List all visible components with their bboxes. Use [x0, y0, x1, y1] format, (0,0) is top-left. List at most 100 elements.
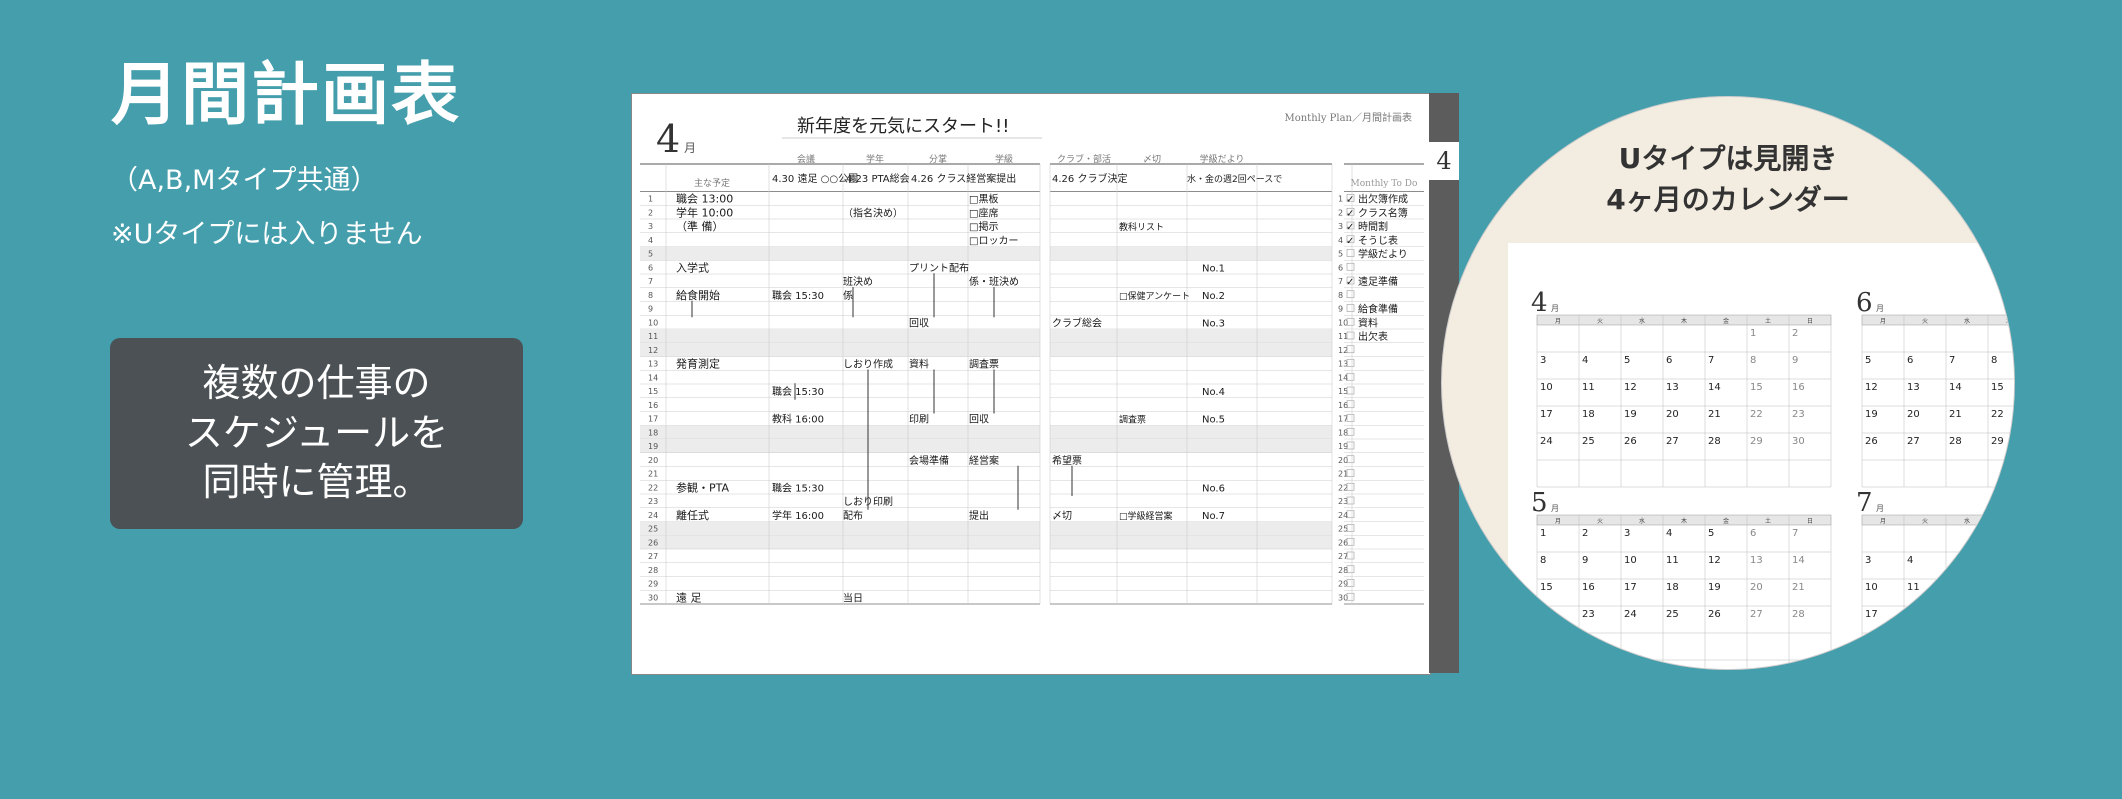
newsletter-entry: No.4 — [1202, 387, 1225, 398]
day-number: 28 — [1338, 566, 1348, 575]
todo-item: 出欠簿作成 — [1358, 193, 1408, 206]
column-header: 学級だより — [1200, 153, 1245, 165]
column-header: 学年 — [866, 153, 884, 165]
day-number: 24 — [1338, 511, 1348, 520]
calendar-day: 17 — [1540, 409, 1553, 420]
calendar-day: 29 — [1991, 436, 2004, 447]
weekday-label: 日 — [1807, 518, 1813, 525]
calendar-day: 30 — [1792, 436, 1805, 447]
calendar-month-unit: 月 — [1551, 504, 1559, 513]
calendar-day: 14 — [1708, 382, 1721, 393]
weekday-label: 金 — [1723, 317, 1729, 325]
calendar-day: 5 — [1865, 355, 1871, 366]
todo-item: 遠足準備 — [1358, 275, 1398, 288]
newsletter-entry: No.5 — [1202, 415, 1225, 426]
calendar-day: 28 — [1708, 436, 1721, 447]
calendar-day: 20 — [1666, 409, 1679, 420]
column-header: 会議 — [797, 153, 815, 165]
column-header: 〆切 — [1143, 154, 1161, 165]
grade-entry: 係 — [843, 290, 853, 302]
class-entry: 経営案 — [969, 454, 999, 467]
day-number: 5 — [1338, 250, 1343, 259]
header-note: 水・金の週2回ペースで — [1187, 173, 1282, 185]
weekday-label: 火 — [1922, 518, 1928, 525]
club-entry: クラブ総会 — [1052, 316, 1102, 329]
day-number: 9 — [648, 305, 653, 314]
month-number: 4 — [656, 117, 680, 161]
calendar-day: 24 — [1540, 436, 1553, 447]
class-entry: 調査票 — [969, 358, 999, 371]
calendar-day: 8 — [1750, 355, 1756, 366]
calendar-day: 15 — [1991, 382, 2004, 393]
main-schedule-entry: （準 備） — [676, 219, 724, 233]
division-entry: 回収 — [909, 317, 929, 329]
todo-item: 給食準備 — [1358, 303, 1398, 316]
calendar-day: 1 — [1540, 528, 1546, 539]
grade-entry: （指名決め） — [843, 206, 903, 219]
meeting-entry: 職会 15:30 — [772, 289, 824, 302]
calendar-day: 10 — [1540, 382, 1553, 393]
feature-callout: 複数の仕事の スケジュールを 同時に管理。 — [110, 338, 523, 529]
day-number: 17 — [648, 415, 658, 424]
callout-line: 同時に管理。 — [202, 460, 431, 505]
day-number: 26 — [1338, 538, 1348, 547]
weekend-row-bg — [640, 246, 1040, 261]
day-number: 28 — [648, 566, 658, 575]
main-schedule-entry: 職会 13:00 — [676, 193, 733, 206]
class-entry: 回収 — [969, 414, 989, 426]
calendar-day: 7 — [1708, 355, 1714, 366]
day-number: 26 — [648, 538, 658, 547]
division-entry: 会場準備 — [909, 454, 949, 467]
day-number: 23 — [648, 497, 658, 506]
day-number: 14 — [1338, 373, 1348, 382]
calendar-day: 9 — [1582, 555, 1588, 566]
calendar-month-number: 6 — [1856, 288, 1873, 318]
calendar-month-unit: 月 — [1551, 304, 1559, 313]
weekend-row-bg — [1050, 329, 1332, 343]
calendar-day: 27 — [1907, 436, 1920, 447]
day-number: 22 — [1338, 483, 1348, 492]
day-number: 2 — [648, 208, 653, 217]
day-number: 4 — [648, 236, 653, 245]
weekend-row-bg — [1050, 246, 1332, 261]
day-number: 11 — [648, 332, 658, 341]
weekday-label: 水 — [1639, 317, 1645, 325]
day-number: 15 — [1338, 387, 1348, 396]
grade-entry: 当日 — [843, 591, 863, 604]
calendar-day: 12 — [1624, 382, 1637, 393]
day-number: 22 — [648, 483, 658, 492]
calendar-day: 23 — [1582, 609, 1595, 620]
day-number: 7 — [1338, 277, 1343, 286]
weekend-row-bg — [640, 329, 1040, 343]
todo-item: 時間割 — [1358, 220, 1388, 233]
sheet-header: Monthly Plan／月間計画表 — [1284, 111, 1412, 124]
day-number: 10 — [648, 318, 658, 327]
calendar-day: 22 — [1991, 409, 2004, 420]
day-number: 20 — [1338, 456, 1348, 465]
calendar-day: 17 — [1624, 582, 1637, 593]
calendar-day: 6 — [1666, 355, 1672, 366]
main-schedule-entry: 発育測定 — [676, 357, 720, 371]
calendar-day: 18 — [1666, 582, 1679, 593]
calendar-day: 13 — [1907, 382, 1920, 393]
todo-item: そうじ表 — [1358, 234, 1398, 247]
calendar-day: 13 — [1750, 555, 1763, 566]
day-number: 30 — [1338, 593, 1348, 602]
day-number: 24 — [648, 511, 658, 520]
todo-check-mark: ✓ — [1346, 195, 1354, 206]
weekend-row-bg — [640, 439, 1040, 453]
grade-entry: 配布 — [843, 510, 863, 522]
todo-item: クラス名簿 — [1358, 206, 1408, 219]
weekend-row-bg — [640, 535, 1040, 549]
club-entry: 希望票 — [1052, 454, 1082, 467]
day-number: 13 — [648, 360, 658, 369]
weekend-row-bg — [1050, 425, 1332, 439]
day-number: 16 — [648, 401, 658, 410]
weekday-label: 木 — [2006, 517, 2012, 525]
calendar-day: 23 — [1792, 409, 1805, 420]
day-number: 7 — [648, 277, 653, 286]
main-schedule-header: 主な予定 — [694, 177, 730, 189]
calendar-day: 27 — [1750, 609, 1763, 620]
calendar-day: 11 — [1907, 582, 1920, 593]
weekday-label: 木 — [1681, 517, 1687, 525]
